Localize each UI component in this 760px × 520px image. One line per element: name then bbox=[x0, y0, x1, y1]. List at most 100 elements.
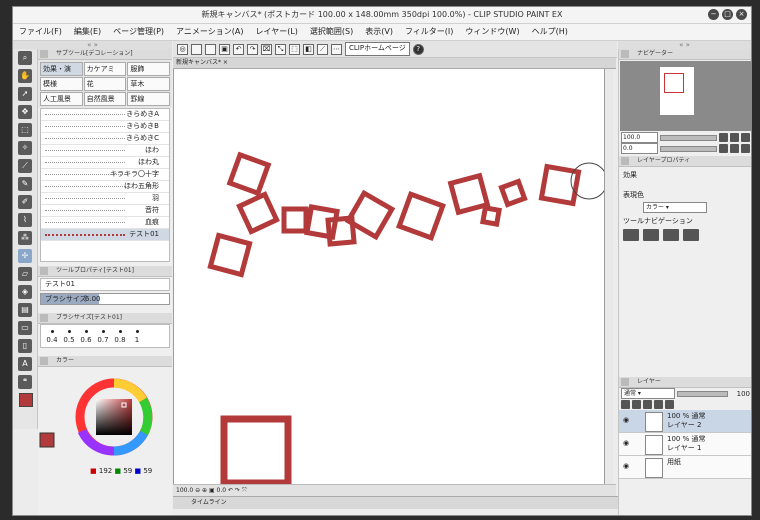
list-item[interactable]: 音符 bbox=[41, 205, 169, 217]
zoom-out-icon[interactable] bbox=[719, 133, 728, 142]
eraser-icon[interactable]: ▱ bbox=[18, 267, 32, 281]
menu-edit[interactable]: 編集(E) bbox=[68, 24, 107, 40]
alpha-lock-icon[interactable] bbox=[654, 400, 663, 409]
tool-nav-button[interactable] bbox=[623, 229, 639, 241]
menu-view[interactable]: 表示(V) bbox=[359, 24, 399, 40]
flip-icon[interactable] bbox=[741, 144, 750, 153]
pin-icon[interactable] bbox=[621, 157, 629, 165]
list-item[interactable]: 血痕 bbox=[41, 217, 169, 229]
gradient-icon[interactable]: ▤ bbox=[18, 303, 32, 317]
figure-icon[interactable]: ▭ bbox=[18, 321, 32, 335]
list-item[interactable]: きらめきB bbox=[41, 121, 169, 133]
color-wheel[interactable] bbox=[38, 367, 172, 467]
eyedropper-icon[interactable]: ⟋ bbox=[18, 159, 32, 173]
zoom-value[interactable]: 100.0 bbox=[176, 487, 193, 494]
subtab-plants[interactable]: 草木 bbox=[127, 77, 170, 91]
ruler-icon[interactable]: ⟋ bbox=[317, 43, 328, 55]
zoom-icon[interactable]: ⌕ bbox=[18, 51, 32, 65]
left-collapse-bar[interactable]: « » bbox=[13, 41, 172, 49]
zoom-in-icon[interactable] bbox=[730, 133, 739, 142]
clear-icon[interactable]: ⌧ bbox=[261, 43, 272, 55]
frame-icon[interactable]: ▯ bbox=[18, 339, 32, 353]
menu-page[interactable]: ページ管理(P) bbox=[107, 24, 170, 40]
list-item[interactable]: キラキラ〇十字 bbox=[41, 169, 169, 181]
menu-layer[interactable]: レイヤー(L) bbox=[249, 24, 303, 40]
eye-icon[interactable]: ◉ bbox=[623, 439, 631, 447]
rotation-value[interactable]: 0.0 bbox=[217, 487, 227, 494]
auto-select-icon[interactable]: ✧ bbox=[18, 141, 32, 155]
drawing-canvas[interactable] bbox=[174, 69, 608, 493]
list-item[interactable]: ほわ五角形 bbox=[41, 181, 169, 193]
rotate-right-icon[interactable] bbox=[730, 144, 739, 153]
subtab-flower[interactable]: 花 bbox=[83, 77, 127, 91]
list-item-selected[interactable]: テスト01 bbox=[41, 229, 169, 241]
list-item[interactable]: ほわ bbox=[41, 145, 169, 157]
text-icon[interactable]: A bbox=[18, 357, 32, 371]
tool-nav-button[interactable] bbox=[683, 229, 699, 241]
hand-icon[interactable]: ✋ bbox=[18, 69, 32, 83]
layer-row[interactable]: ◉ 100 % 通常 レイヤー 2 bbox=[619, 410, 751, 433]
timeline-tab[interactable]: タイムライン bbox=[173, 496, 631, 509]
menu-animation[interactable]: アニメーション(A) bbox=[170, 24, 249, 40]
layer-row[interactable]: ◉ 100 % 通常 レイヤー 1 bbox=[619, 433, 751, 456]
subtab-effect[interactable]: 効果・演 bbox=[40, 62, 83, 76]
pen-icon[interactable]: ✎ bbox=[18, 177, 32, 191]
subtab-artificial[interactable]: 人工風景 bbox=[40, 92, 83, 106]
opacity-slider[interactable] bbox=[677, 390, 728, 397]
main-color-swatch[interactable] bbox=[19, 393, 33, 407]
deselect-icon[interactable]: ⬚ bbox=[289, 43, 300, 55]
decoration-icon[interactable]: ✢ bbox=[18, 249, 32, 263]
ref-icon[interactable] bbox=[632, 400, 641, 409]
subtab-pattern[interactable]: 模様 bbox=[40, 77, 83, 91]
list-item[interactable]: きらめきA bbox=[41, 109, 169, 121]
open-file-icon[interactable] bbox=[205, 43, 216, 55]
transform-icon[interactable]: ⤡ bbox=[275, 43, 286, 55]
subtab-clothing[interactable]: 服飾 bbox=[127, 62, 170, 76]
lock-icon[interactable] bbox=[643, 400, 652, 409]
tool-nav-button[interactable] bbox=[643, 229, 659, 241]
operation-icon[interactable]: ➚ bbox=[18, 87, 32, 101]
brush-icon[interactable]: ⌇ bbox=[18, 213, 32, 227]
subtab-ruled-line[interactable]: 罫線 bbox=[127, 92, 170, 106]
fit-icon[interactable] bbox=[741, 133, 750, 142]
new-file-icon[interactable] bbox=[191, 43, 202, 55]
size-preset[interactable]: 0.5 bbox=[62, 328, 76, 344]
snap-icon[interactable]: ⋯ bbox=[331, 43, 342, 55]
tool-nav-button[interactable] bbox=[663, 229, 679, 241]
subtab-nature[interactable]: 自然風景 bbox=[83, 92, 127, 106]
size-preset[interactable]: 1 bbox=[130, 328, 144, 344]
subtab-kakeami[interactable]: カケアミ bbox=[83, 62, 127, 76]
rotate-left-icon[interactable] bbox=[719, 144, 728, 153]
redo-icon[interactable]: ↷ bbox=[247, 43, 258, 55]
list-item[interactable]: 羽 bbox=[41, 193, 169, 205]
pin-icon[interactable] bbox=[40, 267, 48, 275]
right-collapse-bar[interactable]: « » bbox=[618, 41, 751, 49]
selection-icon[interactable]: ⬚ bbox=[18, 123, 32, 137]
nav-zoom-value[interactable]: 100.0 bbox=[621, 132, 658, 143]
opacity-value[interactable]: 100 bbox=[730, 390, 750, 398]
homepage-button[interactable]: CLIPホームページ bbox=[345, 42, 410, 56]
size-preset[interactable]: 0.4 bbox=[45, 328, 59, 344]
navigator-preview[interactable] bbox=[620, 61, 751, 131]
help-icon[interactable]: ? bbox=[412, 43, 424, 55]
nav-zoom-slider[interactable] bbox=[660, 134, 717, 141]
layer-row[interactable]: ◉ 用紙 bbox=[619, 456, 751, 479]
maximize-button[interactable]: □ bbox=[722, 9, 733, 20]
clip-studio-icon[interactable]: ◎ bbox=[177, 43, 188, 55]
invert-selection-icon[interactable]: ◧ bbox=[303, 43, 314, 55]
document-tab[interactable]: 新規キャンバス* × bbox=[173, 58, 616, 69]
nav-rotation-slider[interactable] bbox=[660, 145, 717, 152]
brush-size-slider[interactable]: ブラシサイズ 6.00 bbox=[40, 293, 170, 305]
eye-icon[interactable]: ◉ bbox=[623, 462, 631, 470]
pin-icon[interactable] bbox=[40, 314, 48, 322]
pin-icon[interactable] bbox=[40, 357, 48, 365]
save-icon[interactable]: ▣ bbox=[219, 43, 230, 55]
canvas-scrollbar[interactable] bbox=[605, 69, 613, 493]
clip-icon[interactable] bbox=[621, 400, 630, 409]
menu-file[interactable]: ファイル(F) bbox=[13, 24, 68, 40]
pin-icon[interactable] bbox=[40, 50, 48, 58]
minimize-button[interactable]: − bbox=[708, 9, 719, 20]
list-item[interactable]: ほわ丸 bbox=[41, 157, 169, 169]
menu-filter[interactable]: フィルター(I) bbox=[399, 24, 459, 40]
mask-icon[interactable] bbox=[665, 400, 674, 409]
